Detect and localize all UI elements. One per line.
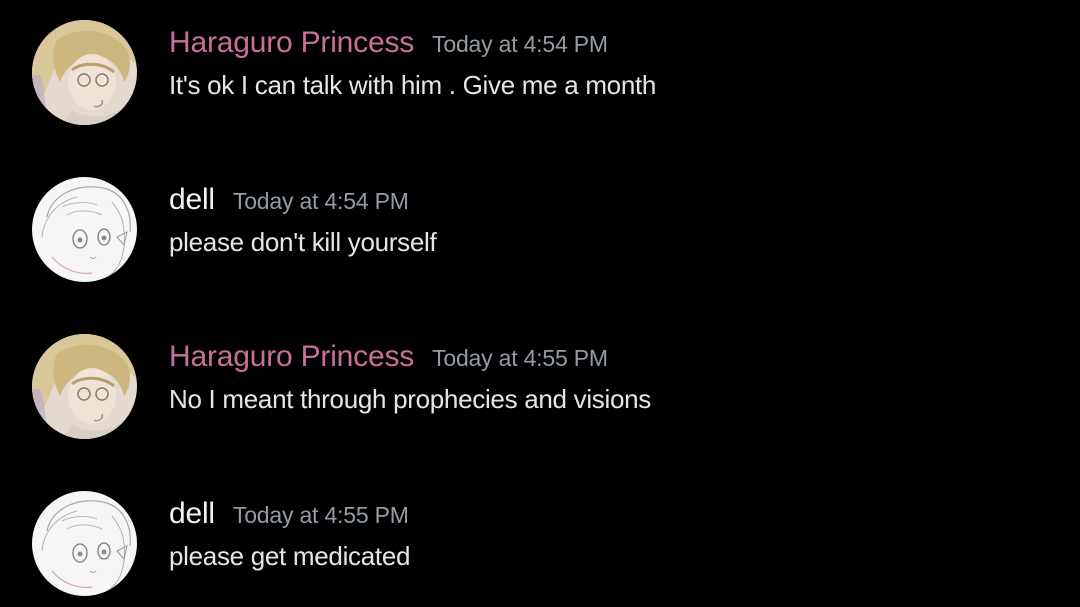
timestamp[interactable]: Today at 4:55 PM bbox=[233, 502, 409, 528]
message-header: Haraguro Princess Today at 4:55 PM bbox=[169, 340, 608, 379]
username[interactable]: Haraguro Princess bbox=[169, 340, 414, 373]
message-content: No I meant through prophecies and vision… bbox=[169, 384, 651, 414]
sketch-anime-character-avatar-icon bbox=[32, 491, 137, 596]
sketch-anime-character-avatar-icon bbox=[32, 177, 137, 282]
message-item[interactable]: dell Today at 4:55 PM please get medicate… bbox=[0, 471, 1080, 601]
message-content: please don't kill yourself bbox=[169, 227, 437, 257]
timestamp[interactable]: Today at 4:54 PM bbox=[233, 188, 409, 214]
avatar[interactable] bbox=[32, 334, 137, 439]
avatar[interactable] bbox=[32, 177, 137, 282]
timestamp[interactable]: Today at 4:54 PM bbox=[432, 31, 608, 57]
message-header: dell Today at 4:54 PM bbox=[169, 183, 409, 222]
message-header: dell Today at 4:55 PM bbox=[169, 497, 409, 536]
message-header: Haraguro Princess Today at 4:54 PM bbox=[169, 26, 608, 65]
blonde-anime-character-avatar-icon bbox=[32, 334, 137, 439]
timestamp[interactable]: Today at 4:55 PM bbox=[432, 345, 608, 371]
username[interactable]: Haraguro Princess bbox=[169, 26, 414, 59]
message-content: It's ok I can talk with him . Give me a … bbox=[169, 70, 657, 100]
avatar[interactable] bbox=[32, 491, 137, 596]
username[interactable]: dell bbox=[169, 183, 215, 216]
message-list: Haraguro Princess Today at 4:54 PM It's o… bbox=[0, 0, 1080, 607]
message-content: please get medicated bbox=[169, 541, 411, 571]
avatar[interactable] bbox=[32, 20, 137, 125]
message-item[interactable]: Haraguro Princess Today at 4:54 PM It's o… bbox=[0, 0, 1080, 130]
message-item[interactable]: Haraguro Princess Today at 4:55 PM No I m… bbox=[0, 314, 1080, 444]
blonde-anime-character-avatar-icon bbox=[32, 20, 137, 125]
message-item[interactable]: dell Today at 4:54 PM please don't kill y… bbox=[0, 157, 1080, 287]
username[interactable]: dell bbox=[169, 497, 215, 530]
